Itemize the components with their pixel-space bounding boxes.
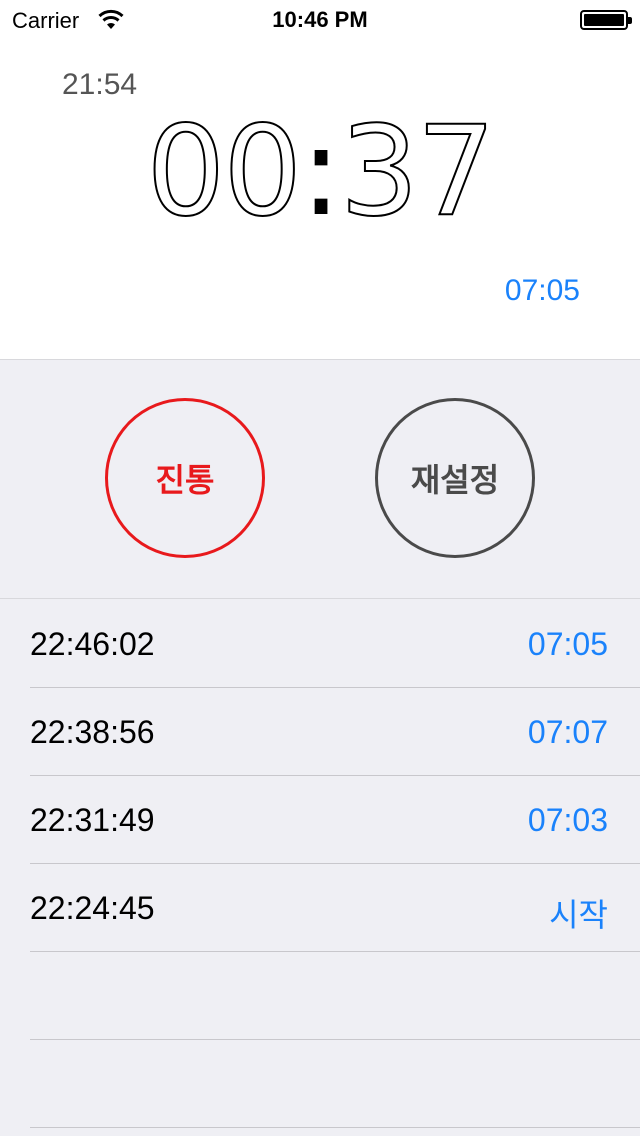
timer-display: 21:54 00:37 07:05	[0, 40, 640, 360]
lap-timestamp: 22:24:45	[30, 890, 155, 926]
status-clock: 10:46 PM	[272, 7, 368, 32]
reset-button[interactable]: 재설정	[375, 398, 535, 558]
lap-interval: 07:07	[527, 714, 608, 750]
list-item: 22:24:45 시작	[30, 864, 640, 952]
main-timer-seconds: 37	[339, 100, 497, 244]
list-item: 22:31:49 07:03	[30, 776, 640, 864]
lap-interval: 07:05	[527, 626, 608, 662]
total-time: 21:54	[62, 68, 138, 101]
current-lap-time: 07:05	[504, 274, 580, 307]
lap-timestamp: 22:38:56	[30, 714, 155, 750]
controls-panel: 진통 재설정	[0, 361, 640, 599]
lap-interval: 07:03	[527, 802, 608, 838]
list-item: 22:38:56 07:07	[30, 688, 640, 776]
main-timer-minutes: 00	[145, 100, 303, 244]
lap-list[interactable]: 22:46:02 07:05 22:38:56 07:07 22:31:49 0…	[0, 600, 640, 1128]
main-timer: 00:37	[0, 109, 640, 235]
list-item	[30, 952, 640, 1040]
list-item	[30, 1040, 640, 1128]
lap-timestamp: 22:31:49	[30, 802, 155, 838]
status-bar: Carrier 10:46 PM	[0, 0, 640, 40]
battery-icon	[580, 10, 632, 30]
main-timer-separator: :	[300, 100, 342, 244]
lap-interval: 시작	[549, 897, 608, 933]
lap-button[interactable]: 진통	[105, 398, 265, 558]
lap-timestamp: 22:46:02	[30, 626, 155, 662]
list-item: 22:46:02 07:05	[30, 600, 640, 688]
